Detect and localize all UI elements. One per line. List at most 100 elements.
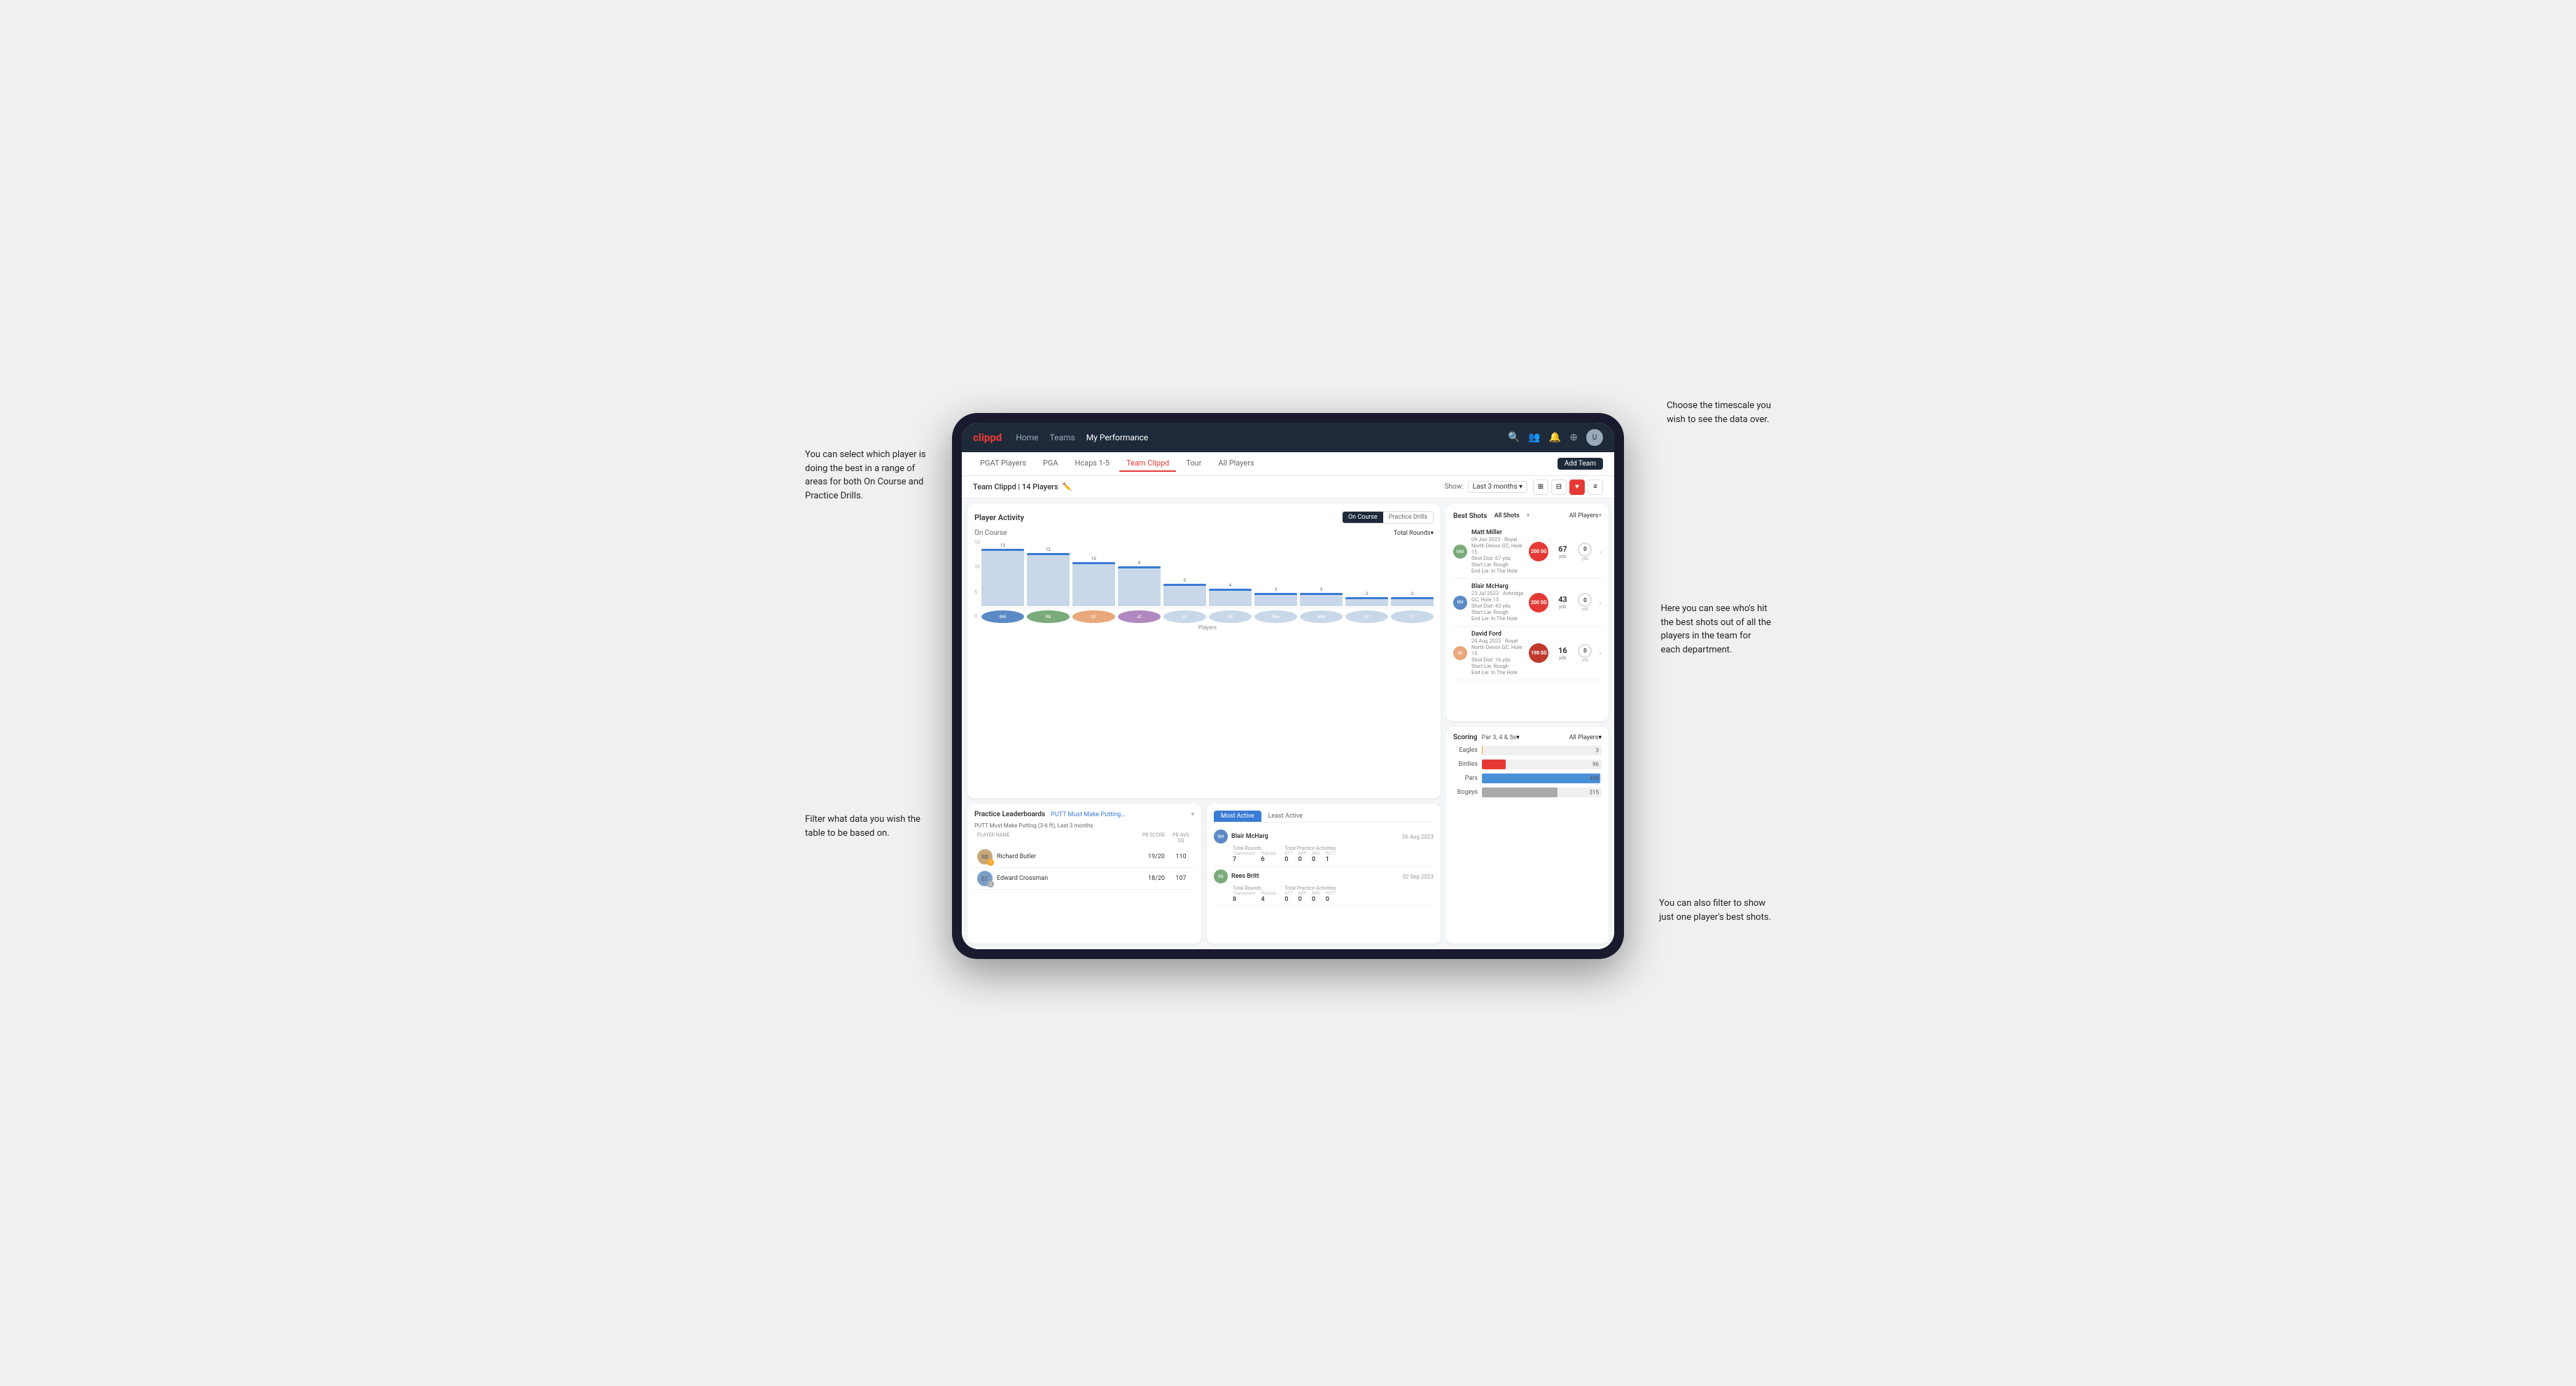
- tablet-screen: clippd Home Teams My Performance 🔍 👥 🔔 ⊕…: [962, 423, 1614, 949]
- practice-drills-btn[interactable]: Practice Drills: [1383, 512, 1433, 523]
- x-axis-label: Players: [981, 624, 1434, 631]
- bars-render: 1312109543322: [981, 540, 1434, 608]
- shot-dist-3: Shot Dist: 16 yds: [1471, 657, 1525, 663]
- tab-pga[interactable]: PGA: [1036, 456, 1065, 472]
- add-team-button[interactable]: Add Team: [1558, 458, 1603, 470]
- annotation-top-left: You can select which player isdoing the …: [805, 448, 926, 503]
- shot-badge-1: 200 SG: [1529, 542, 1548, 561]
- arg-col-2: ARG 0: [1312, 891, 1320, 903]
- chevron-down-icon: ▾: [1519, 483, 1522, 491]
- tab-all-players[interactable]: All Players: [1211, 456, 1261, 472]
- search-icon[interactable]: 🔍: [1508, 432, 1520, 443]
- tab-team-clippd[interactable]: Team Clippd: [1119, 456, 1176, 472]
- nav-link-teams[interactable]: Teams: [1050, 433, 1075, 442]
- all-players-dropdown[interactable]: All Players: [1569, 512, 1599, 519]
- nav-bar: clippd Home Teams My Performance 🔍 👥 🔔 ⊕…: [962, 423, 1614, 452]
- tournament-val-1: 7: [1233, 856, 1255, 863]
- stat-group-practice-2: Total Practice Activities GTT 0 APP: [1284, 886, 1336, 903]
- card-header: Player Activity On Course Practice Drill…: [974, 511, 1434, 524]
- view-icons: ⊞ ⊟ ♥ ≡: [1533, 479, 1603, 495]
- practice-label-1: Practice: [1261, 851, 1276, 856]
- bogeys-row: Bogeys 315: [1453, 788, 1602, 797]
- edit-icon[interactable]: ✏️: [1063, 482, 1072, 491]
- chevron-right-1: ›: [1599, 547, 1602, 556]
- shot-row-2[interactable]: BM Blair McHarg 23 Jul 2023 · Ashridge G…: [1453, 579, 1602, 626]
- shot-distance-2: 43 yds: [1553, 595, 1572, 610]
- birdies-track: 96: [1482, 760, 1602, 769]
- zero-circle-1: 0: [1578, 542, 1592, 556]
- plus-circle-icon[interactable]: ⊕: [1569, 432, 1578, 443]
- avatar-5: OB: [1209, 610, 1252, 623]
- activity-player-2: RB Rees Britt 02 Sep 2023 Total Rounds: [1214, 867, 1434, 906]
- shot-row-3[interactable]: DF David Ford 24 Aug 2023 · Royal North …: [1453, 626, 1602, 680]
- bar-9: [1391, 597, 1434, 606]
- score-richard: 19/20: [1142, 853, 1170, 860]
- stat-cols-rounds-2: Tournament 8 Practice 4: [1233, 891, 1276, 903]
- tab-pgat-players[interactable]: PGAT Players: [973, 456, 1033, 472]
- team-header: Team Clippd | 14 Players ✏️ Show: Last 3…: [962, 476, 1614, 498]
- users-icon[interactable]: 👥: [1528, 432, 1540, 443]
- chart-dropdown[interactable]: Total Rounds ▾: [1394, 530, 1434, 537]
- bar-group-7: 3: [1300, 540, 1343, 606]
- activity-player-header-2: RB Rees Britt 02 Sep 2023: [1214, 869, 1434, 883]
- shot-player-name-2: Blair McHarg: [1471, 583, 1525, 590]
- on-course-btn[interactable]: On Course: [1343, 512, 1383, 523]
- bar-highlight-4: [1163, 584, 1206, 586]
- bar-1: [1027, 553, 1070, 606]
- player-name-richard: Richard Butler: [997, 853, 1142, 860]
- nav-link-performance[interactable]: My Performance: [1086, 433, 1149, 442]
- show-label: Show:: [1445, 483, 1464, 491]
- chevron-down-icon-scoring-players: ▾: [1598, 734, 1602, 741]
- pars-fill: [1482, 774, 1600, 783]
- list-view-btn[interactable]: ⊟: [1551, 479, 1567, 495]
- heart-view-btn[interactable]: ♥: [1569, 479, 1585, 495]
- dropdown-arrow: ▾: [1527, 512, 1530, 519]
- pars-row: Pars 499: [1453, 774, 1602, 783]
- shot-player-name-1: Matt Miller: [1471, 529, 1525, 536]
- dist-val-2: 43: [1558, 595, 1567, 604]
- chevron-right-3: ›: [1599, 648, 1602, 658]
- timeframe-label: Last 3 months: [1473, 483, 1518, 491]
- shot-row-1[interactable]: MM Matt Miller 09 Jun 2023 · Royal North…: [1453, 525, 1602, 579]
- nav-link-home[interactable]: Home: [1016, 433, 1038, 442]
- eagles-val: 3: [1596, 748, 1600, 754]
- birdies-val: 96: [1592, 762, 1599, 768]
- leaderboard-row-1[interactable]: RB 1 Richard Butler 19/20 110: [974, 846, 1194, 868]
- leaderboard-row-2[interactable]: EC 2 Edward Crossman 18/20 107: [974, 868, 1194, 890]
- bar-highlight-6: [1254, 593, 1297, 595]
- most-active-tab[interactable]: Most Active: [1214, 811, 1261, 822]
- chart-dropdown-label: Total Rounds: [1394, 530, 1431, 537]
- detail-view-btn[interactable]: ≡: [1588, 479, 1603, 495]
- annotation-bottom-left: Filter what data you wish thetable to be…: [805, 813, 920, 840]
- bar-value-2: 10: [1091, 556, 1096, 561]
- leaderboard-drill[interactable]: PUTT Must Make Putting...: [1051, 811, 1191, 818]
- leaderboard-cols: PLAYER NAME PB SCORE PB AVG SQ: [974, 832, 1194, 844]
- bogeys-track: 315: [1482, 788, 1602, 797]
- avatar[interactable]: U: [1586, 429, 1603, 446]
- tournament-col-1: Tournament 7: [1233, 851, 1255, 863]
- yds-label-1: yds: [1582, 556, 1588, 561]
- all-shots-tab[interactable]: All Shots: [1490, 511, 1524, 521]
- yds-label-3: yds: [1582, 658, 1588, 663]
- practice-val-1: 6: [1261, 856, 1276, 863]
- avatar-7: MM: [1300, 610, 1343, 623]
- shot-avatar-2: BM: [1453, 596, 1467, 610]
- grid-view-btn[interactable]: ⊞: [1533, 479, 1548, 495]
- bar-highlight-1: [1027, 553, 1070, 555]
- least-active-tab[interactable]: Least Active: [1261, 811, 1310, 822]
- annotation-top-right: Choose the timescale youwish to see the …: [1667, 399, 1771, 426]
- right-panel: Best Shots All Shots ▾ All Players ▾ MM: [1446, 498, 1614, 949]
- tab-hcaps[interactable]: Hcaps 1-5: [1068, 456, 1117, 472]
- stat-group-practice-1: Total Practice Activities GTT 0 APP: [1284, 846, 1336, 863]
- timeframe-select[interactable]: Last 3 months ▾: [1468, 481, 1527, 493]
- bar-value-4: 5: [1184, 578, 1186, 583]
- scoring-players-dropdown[interactable]: All Players ▾: [1569, 734, 1602, 741]
- bell-icon[interactable]: 🔔: [1549, 432, 1561, 443]
- bar-chart: 15 10 5 0 1312109543322: [974, 540, 1434, 631]
- leaderboard-card: Practice Leaderboards PUTT Must Make Put…: [967, 804, 1201, 944]
- scoring-dropdown[interactable]: Par 3, 4 & 5s ▾: [1481, 734, 1519, 741]
- shot-detail-3: 24 Aug 2023 · Royal North Devon GC, Hole…: [1471, 638, 1525, 657]
- activity-date-2: 02 Sep 2023: [1403, 874, 1434, 880]
- scoring-dropdown-label: Par 3, 4 & 5s: [1481, 734, 1516, 741]
- tab-tour[interactable]: Tour: [1179, 456, 1208, 472]
